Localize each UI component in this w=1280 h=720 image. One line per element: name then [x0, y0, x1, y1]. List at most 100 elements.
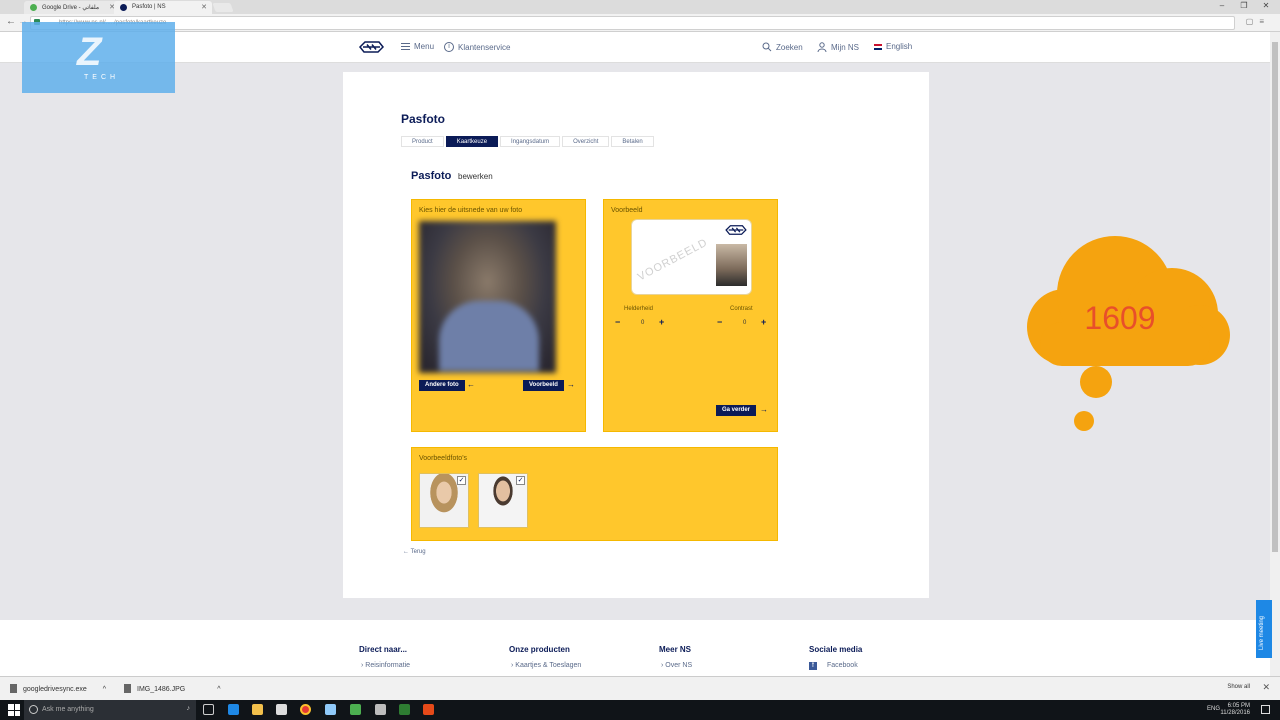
step-ingangsdatum[interactable]: Ingangsdatum — [500, 136, 561, 147]
back-link[interactable]: ← Terug — [403, 549, 426, 555]
app-icon[interactable] — [325, 704, 336, 715]
live-meeting-tab[interactable]: Live meeting — [1256, 600, 1272, 658]
drive-icon[interactable] — [350, 704, 361, 715]
example-photo-man[interactable]: ✓ — [478, 473, 528, 528]
chevron-right-icon: › — [661, 662, 664, 669]
other-photo-button[interactable]: Andere foto — [419, 380, 465, 391]
page-title: Pasfoto — [401, 112, 446, 126]
url-input[interactable]: https://www.ns.nl/...../pasfoto/kaartkeu… — [30, 16, 1235, 30]
address-bar: ← → https://www.ns.nl/...../pasfoto/kaar… — [0, 14, 1280, 32]
chrome-icon[interactable] — [300, 704, 311, 715]
chevron-right-icon: › — [361, 662, 364, 669]
language-switch[interactable]: English — [874, 42, 912, 51]
maximize-button[interactable]: ❐ — [1234, 1, 1254, 10]
microphone-icon[interactable]: ♪ — [187, 705, 191, 712]
checkbox-icon[interactable]: ✓ — [516, 476, 525, 485]
chevron-up-icon[interactable]: ^ — [217, 686, 220, 693]
step-overzicht[interactable]: Overzicht — [562, 136, 610, 147]
task-view-icon[interactable] — [203, 704, 214, 715]
close-icon[interactable]: ✕ — [1262, 682, 1270, 693]
klantenservice-link[interactable]: i Klantenservice — [444, 42, 510, 52]
user-icon — [817, 42, 827, 52]
mijn-ns-link[interactable]: Mijn NS — [817, 42, 859, 52]
uploaded-photo[interactable] — [419, 221, 556, 373]
preview-button[interactable]: Voorbeeld — [523, 380, 564, 391]
chevron-up-icon[interactable]: ^ — [103, 686, 106, 693]
arrow-left-icon: ← — [403, 549, 409, 555]
extension-icons[interactable]: ▢≡ — [1246, 17, 1270, 26]
contrast-decrease-button[interactable]: − — [717, 317, 722, 327]
step-kaartkeuze[interactable]: Kaartkeuze — [445, 136, 499, 147]
new-tab-button[interactable] — [212, 3, 234, 12]
example-photos-panel: Voorbeeldfoto's ✓ ✓ — [411, 447, 778, 541]
arrow-right-icon[interactable]: → — [567, 380, 575, 389]
tab-label: Pasfoto | NS — [132, 4, 166, 10]
live-meeting-label: Live meeting — [1259, 615, 1265, 650]
browser-tabstrip: Google Drive - ملفاتي ✕ Pasfoto | NS ✕ –… — [0, 0, 1280, 14]
watermark-text: TECH — [84, 74, 120, 81]
clock-time: 6:05 PM — [1227, 703, 1250, 709]
footer-link-kaartjes[interactable]: › Kaartjes & Toeslagen — [511, 662, 581, 669]
file-icon — [10, 684, 17, 693]
footer-link-label: Over NS — [665, 662, 693, 669]
continue-button[interactable]: Ga verder — [716, 405, 757, 416]
camtasia-icon[interactable] — [399, 704, 410, 715]
recorder-icon[interactable] — [423, 704, 434, 715]
download-filename: googledrivesync.exe — [23, 686, 87, 693]
brightness-value: 0 — [641, 320, 645, 326]
windows-start-icon[interactable] — [8, 704, 20, 716]
back-arrow-icon[interactable]: ← — [6, 16, 16, 27]
minimize-button[interactable]: – — [1212, 1, 1232, 10]
crop-panel: Kies hier de uitsnede van uw foto Andere… — [411, 199, 586, 432]
close-window-button[interactable]: ✕ — [1256, 1, 1276, 10]
ns-favicon-icon — [120, 4, 127, 11]
facebook-icon: f — [809, 662, 817, 670]
crop-panel-label: Kies hier de uitsnede van uw foto — [419, 207, 523, 214]
watermark-letter: Z — [77, 30, 102, 74]
footer-link-over-ns[interactable]: › Over NS — [661, 662, 692, 669]
example-photo-woman[interactable]: ✓ — [419, 473, 469, 528]
close-tab-icon[interactable]: ✕ — [201, 3, 207, 11]
checkbox-icon[interactable]: ✓ — [457, 476, 466, 485]
section-title: Pasfoto — [411, 170, 452, 182]
downloads-bar: googledrivesync.exe ^ IMG_1486.JPG ^ Sho… — [0, 676, 1280, 700]
file-explorer-icon[interactable] — [252, 704, 263, 715]
brightness-increase-button[interactable]: + — [659, 317, 664, 327]
contrast-label: Contrast — [730, 306, 753, 312]
footer-link-label: Facebook — [826, 662, 858, 669]
footer-link-reisinformatie[interactable]: › Reisinformatie — [361, 662, 410, 669]
chevron-right-icon: › — [511, 662, 514, 669]
arrow-right-icon[interactable]: → — [760, 405, 768, 414]
tab-google-drive[interactable]: Google Drive - ملفاتي ✕ — [24, 1, 120, 14]
tab-pasfoto-ns[interactable]: Pasfoto | NS ✕ — [114, 1, 212, 14]
footer-title-meer-ns: Meer NS — [659, 645, 692, 654]
app-icon[interactable] — [375, 704, 386, 715]
notifications-icon[interactable] — [1261, 705, 1270, 714]
edge-icon[interactable] — [228, 704, 239, 715]
download-item[interactable]: googledrivesync.exe ^ — [10, 684, 106, 693]
footer-link-facebook[interactable]: f Facebook — [809, 662, 858, 670]
step-betalen[interactable]: Betalen — [611, 136, 654, 147]
tray-language[interactable]: ENG — [1207, 706, 1220, 712]
step-product[interactable]: Product — [401, 136, 444, 147]
drive-favicon-icon — [30, 4, 37, 11]
download-item[interactable]: IMG_1486.JPG ^ — [124, 684, 221, 693]
footer-title-producten: Onze producten — [509, 645, 570, 654]
site-header: Menu i Klantenservice Zoeken Mijn NS Eng… — [0, 32, 1270, 63]
brightness-label: Helderheid — [624, 306, 654, 312]
contrast-value: 0 — [743, 320, 747, 326]
menu-button[interactable]: Menu — [401, 42, 434, 51]
cortana-search-input[interactable]: Ask me anything ♪ — [24, 700, 196, 720]
page-scrollbar[interactable] — [1270, 32, 1280, 676]
search-link[interactable]: Zoeken — [762, 42, 803, 52]
ns-logo-icon[interactable] — [359, 40, 384, 54]
arrow-left-icon[interactable]: ← — [467, 380, 475, 389]
brightness-decrease-button[interactable]: − — [615, 317, 620, 327]
clock-date: 11/28/2016 — [1220, 710, 1250, 716]
store-icon[interactable] — [276, 704, 287, 715]
info-icon: i — [444, 42, 454, 52]
tray-clock[interactable]: 6:05 PM 11/28/2016 — [1220, 703, 1250, 717]
show-all-button[interactable]: Show all — [1227, 684, 1250, 690]
contrast-increase-button[interactable]: + — [761, 317, 766, 327]
language-label: English — [886, 42, 913, 51]
